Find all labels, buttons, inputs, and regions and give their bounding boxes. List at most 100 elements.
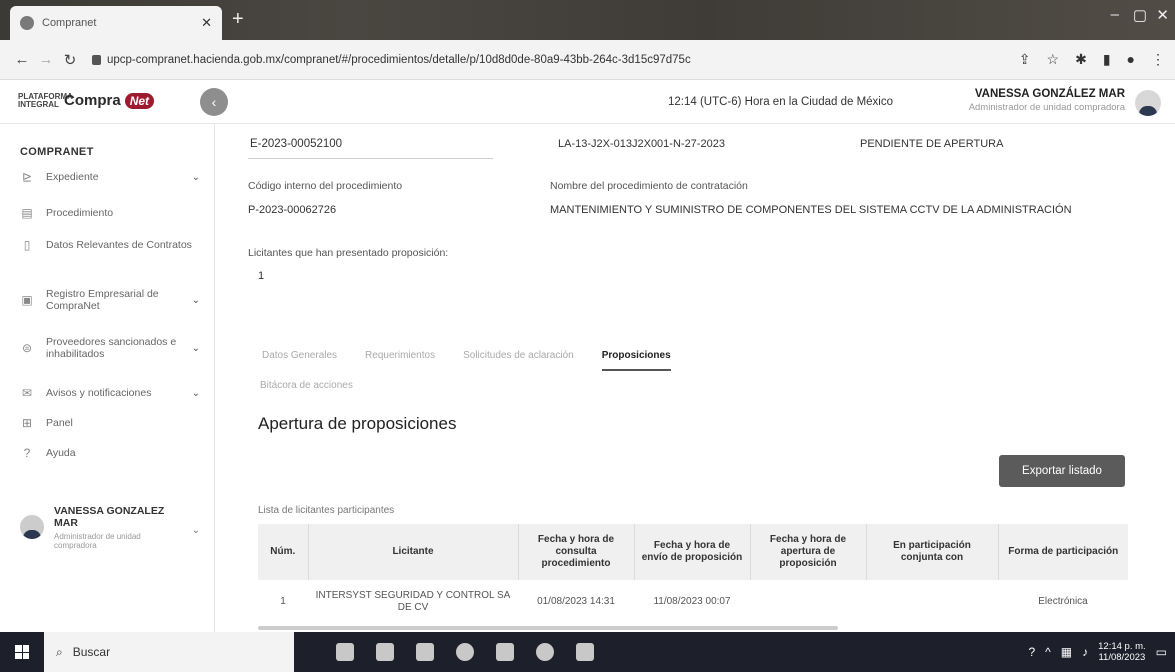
column-header[interactable]: Forma de participación [998,524,1128,580]
volume-icon[interactable]: ♪ [1082,645,1088,659]
column-header[interactable]: Fecha y hora de envío de proposición [634,524,751,580]
sidebar-item-proveedores-sancionados[interactable]: ⊜ Proveedores sancionados e inhabilitado… [20,336,200,360]
sidebar-item-datos-relevantes[interactable]: ▯ Datos Relevantes de Contratos [20,238,200,252]
registry-icon: ▣ [21,293,33,307]
column-header[interactable]: Fecha y hora de consulta procedimiento [518,524,635,580]
help-icon: ? [23,446,31,460]
extensions-icon[interactable]: ✱ [1075,51,1087,68]
browser-menu-icon[interactable]: ⋮ [1151,51,1165,68]
chevron-down-icon: ⌄ [191,387,200,399]
close-window-icon[interactable]: ✕ [1156,6,1169,24]
tab-proposiciones[interactable]: Proposiciones [601,350,671,371]
windows-logo-icon [15,645,29,659]
codigo-label: Código interno del procedimiento [248,180,403,192]
main-content: E-2023-00052100 LA-13-J2X-013J2X001-N-27… [216,124,1175,632]
notifications-icon[interactable]: ▭ [1156,645,1167,659]
reload-icon[interactable]: ↻ [58,51,82,69]
table-cell: INTERSYST SEGURIDAD Y CONTROL SA DE CV [315,590,511,613]
divider [248,158,493,159]
minimize-icon[interactable]: – [1111,6,1119,23]
new-tab-icon[interactable]: + [232,8,244,30]
logo-plataforma: PLATAFORMA INTEGRAL [18,91,73,109]
network-icon[interactable]: ▦ [1061,645,1072,659]
logo-compra: Compra [64,92,121,109]
maximize-icon[interactable]: ▢ [1133,6,1147,24]
section-title: Apertura de proposiciones [258,414,457,433]
lock-icon [92,54,101,65]
horizontal-scrollbar[interactable] [258,626,838,630]
column-header[interactable]: Licitante [308,524,519,580]
browser-tab-strip: Compranet ✕ + – ▢ ✕ [0,0,1175,40]
licitantes-value: 1 [258,270,265,282]
column-header[interactable]: En participación conjunta con [866,524,999,580]
tab-requerimientos[interactable]: Requerimientos [365,350,435,371]
compranet-logo[interactable]: PLATAFORMA INTEGRAL Compra Net [18,91,155,109]
bookmark-star-icon[interactable]: ☆ [1047,51,1060,68]
sidebar-item-avisos[interactable]: ✉ Avisos y notificaciones ⌄ [20,386,200,400]
user-name: VANESSA GONZÁLEZ MAR [974,88,1125,100]
taskbar-search[interactable]: ⌕ Buscar [44,632,294,672]
export-list-button[interactable]: Exportar listado [999,455,1125,487]
app-icon[interactable] [536,643,554,661]
app-icon[interactable] [576,643,594,661]
column-header[interactable]: Núm. [258,524,309,580]
sidebar-item-ayuda[interactable]: ? Ayuda [20,446,200,460]
taskbar-clock[interactable]: 12:14 p. m. 11/08/2023 [1098,641,1146,663]
url-text: upcp-compranet.hacienda.gob.mx/compranet… [107,53,691,66]
share-icon[interactable]: ⇪ [1019,51,1031,68]
column-header[interactable]: Fecha y hora de apertura de proposición [750,524,867,580]
sidebar-item-label: Expediente [46,171,99,183]
chevron-down-icon[interactable]: ⌄ [192,525,200,536]
url-field[interactable]: upcp-compranet.hacienda.gob.mx/compranet… [92,54,1019,66]
sidebar-item-registro-empresarial[interactable]: ▣ Registro Empresarial de CompraNet ⌄ [20,288,200,312]
forward-icon[interactable]: → [34,51,58,68]
chevron-up-icon[interactable]: ^ [1045,645,1051,659]
sidebar-title: COMPRANET [20,146,94,158]
status-badge: PENDIENTE DE APERTURA [860,138,1004,150]
document-icon: ▤ [21,206,33,220]
table-row[interactable]: 1 INTERSYST SEGURIDAD Y CONTROL SA DE CV… [258,580,1128,624]
chevron-down-icon: ⌄ [191,294,200,306]
close-tab-icon[interactable]: ✕ [201,15,212,31]
sidebar-item-label: Registro Empresarial de CompraNet [46,288,159,312]
file-explorer-icon[interactable] [376,643,394,661]
start-button[interactable] [0,632,44,672]
collapse-sidebar-button[interactable]: ‹ [200,88,228,116]
taskbar-search-label: Buscar [72,645,111,659]
sidebar-item-expediente[interactable]: ⊵ Expediente ⌄ [20,170,200,184]
profile-icon[interactable]: ● [1127,51,1135,68]
user-menu[interactable]: VANESSA GONZÁLEZ MAR Administrador de un… [969,88,1125,113]
sidebar-item-label: Ayuda [46,447,76,459]
avatar[interactable] [1135,90,1161,116]
outlook-icon[interactable] [416,643,434,661]
tab-solicitudes-aclaracion[interactable]: Solicitudes de aclaración [463,350,574,371]
table-header-row: Núm. Licitante Fecha y hora de consulta … [258,524,1128,580]
table-cell [866,580,998,624]
nombre-label: Nombre del procedimiento de contratación [550,180,748,192]
tab-datos-generales[interactable]: Datos Generales [262,350,337,371]
sidebar-item-label: Proveedores sancionados e inhabilitados [46,336,177,360]
avatar [20,515,44,539]
chrome-icon[interactable] [456,643,474,661]
sidebar-item-label: Datos Relevantes de Contratos [46,239,192,251]
back-icon[interactable]: ← [10,51,34,68]
word-icon[interactable] [496,643,514,661]
sidebar-item-procedimiento[interactable]: ▤ Procedimiento [20,206,200,220]
tab-bitacora[interactable]: Bitácora de acciones [260,380,353,391]
sidepanel-icon[interactable]: ▮ [1103,51,1111,68]
browser-tab[interactable]: Compranet ✕ [10,6,222,40]
help-icon[interactable]: ? [1028,645,1035,659]
sidebar-item-panel[interactable]: ⊞ Panel [20,416,200,430]
sidebar-user-name: VANESSA GONZALEZ MAR [54,505,165,529]
procedure-tabs: Datos Generales Requerimientos Solicitud… [262,350,671,371]
task-view-icon[interactable] [336,643,354,661]
licitantes-label: Licitantes que han presentado proposició… [248,247,449,259]
list-label: Lista de licitantes participantes [258,505,395,516]
folder-icon: ⊵ [21,170,33,184]
mail-icon: ✉ [21,386,33,400]
app-header: PLATAFORMA INTEGRAL Compra Net ‹ 12:14 (… [0,80,1175,124]
chevron-down-icon: ⌄ [191,171,200,183]
table-cell: 01/08/2023 14:31 [537,596,615,607]
taskbar-date: 11/08/2023 [1098,652,1146,663]
address-bar: ← → ↻ upcp-compranet.hacienda.gob.mx/com… [0,40,1175,80]
